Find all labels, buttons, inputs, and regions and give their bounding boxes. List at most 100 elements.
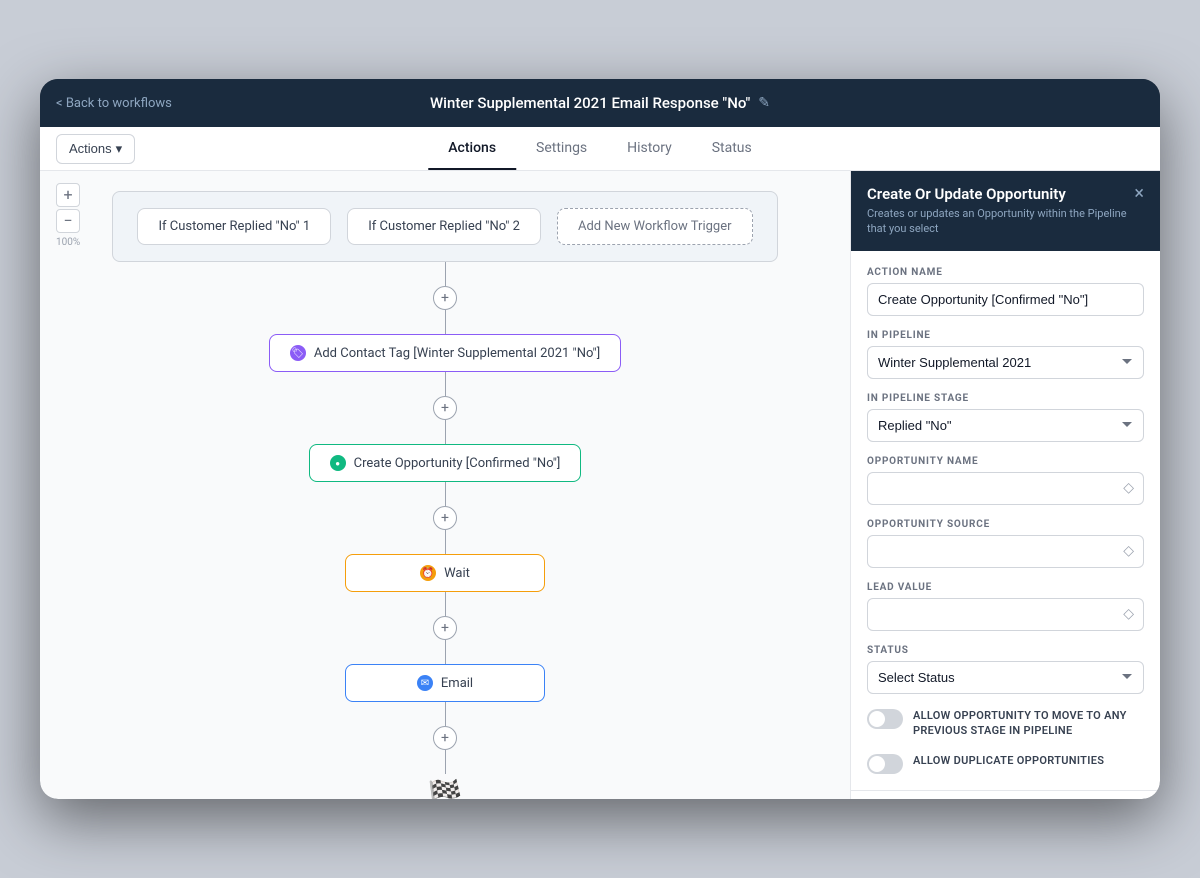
panel-body: ACTION NAME IN PIPELINE Winter Supplemen… xyxy=(851,251,1160,790)
add-trigger-button[interactable]: Add New Workflow Trigger xyxy=(557,208,753,245)
actions-dropdown-label: Actions xyxy=(69,141,112,156)
zoom-in-icon: + xyxy=(63,187,72,203)
connector-line-1 xyxy=(445,262,446,286)
main-content: + − 100% If Customer Replied "No" 1 If C… xyxy=(40,171,1160,799)
connector-2: + xyxy=(433,372,457,444)
tag-node-icon: 🏷 xyxy=(290,345,306,361)
tab-actions[interactable]: Actions xyxy=(428,128,516,170)
back-link[interactable]: < Back to workflows xyxy=(56,96,172,111)
tab-settings-label: Settings xyxy=(536,140,587,156)
panel-footer: Delete Cancel Save Action xyxy=(851,790,1160,799)
tab-history[interactable]: History xyxy=(607,128,692,170)
wait-node-icon: ⏰ xyxy=(420,565,436,581)
status-label: STATUS xyxy=(867,645,1144,656)
panel-title-group: Create Or Update Opportunity Creates or … xyxy=(867,185,1134,237)
workflow-title: Winter Supplemental 2021 Email Response … xyxy=(430,94,750,112)
lead-value-label: LEAD VALUE xyxy=(867,582,1144,593)
zoom-out-button[interactable]: − xyxy=(56,209,80,233)
panel-header: Create Or Update Opportunity Creates or … xyxy=(851,171,1160,251)
add-trigger-label: Add New Workflow Trigger xyxy=(578,219,732,234)
lead-value-field-icon: ◇ xyxy=(1123,606,1134,622)
opportunity-name-field-group: OPPORTUNITY NAME ◇ xyxy=(867,456,1144,505)
workflow-nodes: If Customer Replied "No" 1 If Customer R… xyxy=(40,171,850,799)
wait-node-label: Wait xyxy=(444,566,470,581)
right-panel: Create Or Update Opportunity Creates or … xyxy=(850,171,1160,799)
toggle-duplicate-row: ALLOW DUPLICATE OPPORTUNITIES xyxy=(867,753,1144,774)
in-pipeline-field-group: IN PIPELINE Winter Supplemental 2021 xyxy=(867,330,1144,379)
connector-1: + xyxy=(433,262,457,334)
close-panel-button[interactable]: × xyxy=(1134,185,1144,203)
tab-settings[interactable]: Settings xyxy=(516,128,607,170)
trigger-node-1-label: If Customer Replied "No" 1 xyxy=(158,219,310,234)
trigger-row: If Customer Replied "No" 1 If Customer R… xyxy=(112,191,777,262)
connector-line-4b xyxy=(445,640,446,664)
connector-line-3b xyxy=(445,530,446,554)
connector-line-2a xyxy=(445,372,446,396)
app-window: < Back to workflows Winter Supplemental … xyxy=(40,79,1160,799)
add-step-button-2[interactable]: + xyxy=(433,396,457,420)
top-bar: < Back to workflows Winter Supplemental … xyxy=(40,79,1160,127)
opportunity-node[interactable]: ● Create Opportunity [Confirmed "No"] xyxy=(309,444,582,482)
add-step-button-3[interactable]: + xyxy=(433,506,457,530)
panel-subtitle: Creates or updates an Opportunity within… xyxy=(867,206,1134,237)
back-label: < Back to workflows xyxy=(56,96,172,111)
tab-actions-label: Actions xyxy=(448,140,496,156)
actions-dropdown-button[interactable]: Actions ▾ xyxy=(56,134,135,164)
in-pipeline-select[interactable]: Winter Supplemental 2021 xyxy=(867,346,1144,379)
connector-line-4a xyxy=(445,592,446,616)
email-node-icon: ✉ xyxy=(417,675,433,691)
email-node[interactable]: ✉ Email xyxy=(345,664,545,702)
opportunity-name-input-wrapper: ◇ xyxy=(867,472,1144,505)
in-pipeline-label: IN PIPELINE xyxy=(867,330,1144,341)
tab-bar: Actions ▾ Actions Settings History Statu… xyxy=(40,127,1160,171)
edit-icon[interactable]: ✎ xyxy=(758,95,770,111)
trigger-node-2[interactable]: If Customer Replied "No" 2 xyxy=(347,208,541,245)
tab-history-label: History xyxy=(627,140,672,156)
finish-flag-icon: 🏁 xyxy=(428,778,463,799)
action-name-label: ACTION NAME xyxy=(867,267,1144,278)
zoom-in-button[interactable]: + xyxy=(56,183,80,207)
toggle-duplicate-label: ALLOW DUPLICATE OPPORTUNITIES xyxy=(913,753,1104,768)
add-step-button-5[interactable]: + xyxy=(433,726,457,750)
add-step-button-1[interactable]: + xyxy=(433,286,457,310)
opportunity-node-label: Create Opportunity [Confirmed "No"] xyxy=(354,456,561,471)
toggle-previous-stage[interactable] xyxy=(867,709,903,729)
action-name-field-group: ACTION NAME xyxy=(867,267,1144,316)
wait-node[interactable]: ⏰ Wait xyxy=(345,554,545,592)
lead-value-input-wrapper: ◇ xyxy=(867,598,1144,631)
tab-status-label: Status xyxy=(712,140,752,156)
tag-node[interactable]: 🏷 Add Contact Tag [Winter Supplemental 2… xyxy=(269,334,621,372)
panel-title: Create Or Update Opportunity xyxy=(867,185,1134,203)
connector-line-3a xyxy=(445,482,446,506)
opportunity-name-label: OPPORTUNITY NAME xyxy=(867,456,1144,467)
action-name-input[interactable] xyxy=(867,283,1144,316)
tabs: Actions Settings History Status xyxy=(428,128,771,169)
opportunity-source-label: OPPORTUNITY SOURCE xyxy=(867,519,1144,530)
status-field-group: STATUS Select Status xyxy=(867,645,1144,694)
trigger-node-1[interactable]: If Customer Replied "No" 1 xyxy=(137,208,331,245)
toggle-duplicate[interactable] xyxy=(867,754,903,774)
lead-value-field-group: LEAD VALUE ◇ xyxy=(867,582,1144,631)
chevron-down-icon: ▾ xyxy=(116,141,123,157)
opportunity-source-field-icon: ◇ xyxy=(1123,543,1134,559)
opportunity-source-input-wrapper: ◇ xyxy=(867,535,1144,568)
connector-4: + xyxy=(433,592,457,664)
connector-line-1b xyxy=(445,310,446,334)
workflow-canvas[interactable]: + − 100% If Customer Replied "No" 1 If C… xyxy=(40,171,850,799)
connector-line-2b xyxy=(445,420,446,444)
zoom-out-icon: − xyxy=(63,213,72,229)
zoom-level: 100% xyxy=(56,237,80,248)
opportunity-name-input[interactable] xyxy=(867,472,1144,505)
status-select[interactable]: Select Status xyxy=(867,661,1144,694)
opportunity-source-input[interactable] xyxy=(867,535,1144,568)
tab-status[interactable]: Status xyxy=(692,128,772,170)
pipeline-stage-label: IN PIPELINE STAGE xyxy=(867,393,1144,404)
lead-value-input[interactable] xyxy=(867,598,1144,631)
connector-line-5b xyxy=(445,750,446,774)
add-step-button-4[interactable]: + xyxy=(433,616,457,640)
connector-3: + xyxy=(433,482,457,554)
opportunity-source-field-group: OPPORTUNITY SOURCE ◇ xyxy=(867,519,1144,568)
pipeline-stage-select[interactable]: Replied "No" xyxy=(867,409,1144,442)
pipeline-stage-field-group: IN PIPELINE STAGE Replied "No" xyxy=(867,393,1144,442)
trigger-node-2-label: If Customer Replied "No" 2 xyxy=(368,219,520,234)
